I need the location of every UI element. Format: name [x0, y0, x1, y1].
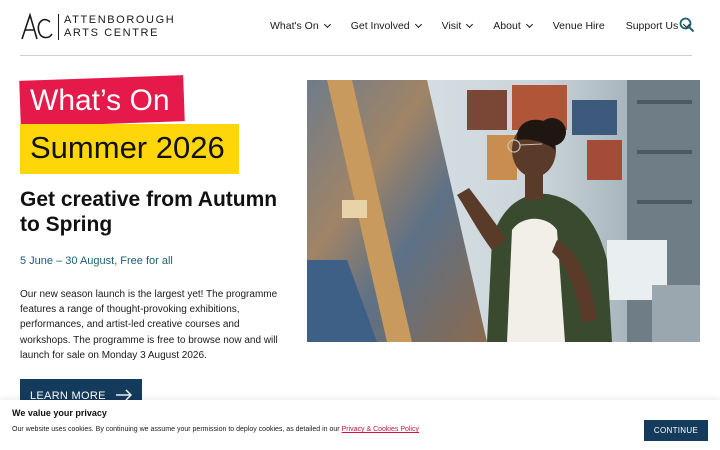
logo-mark-icon: [21, 12, 53, 40]
cookie-message: Our website uses cookies. By continuing …: [12, 426, 340, 433]
season-tag: Summer 2026: [30, 130, 225, 165]
nav-item-whats-on[interactable]: What's On: [270, 20, 331, 32]
continue-button[interactable]: CONTINUE: [644, 420, 708, 441]
search-icon[interactable]: [679, 17, 695, 33]
main-nav: What's On Get Involved Visit About Venue…: [270, 20, 691, 32]
site-header: ATTENBOROUGH ARTS CENTRE What's On Get I…: [0, 0, 720, 56]
nav-item-label: About: [493, 20, 521, 32]
whats-on-tag: What’s On: [30, 84, 170, 117]
nav-item-label: Visit: [441, 20, 462, 32]
chevron-down-icon: [466, 20, 474, 29]
nav-item-venue-hire[interactable]: Venue Hire: [553, 20, 605, 32]
cookie-text: Our website uses cookies. By continuing …: [12, 426, 419, 433]
privacy-policy-link[interactable]: Privacy & Cookies Policy: [342, 426, 419, 433]
header-divider: [20, 55, 692, 56]
logo-wordmark: ATTENBOROUGH ARTS CENTRE: [58, 14, 175, 40]
nav-item-visit[interactable]: Visit: [441, 20, 474, 32]
chevron-down-icon: [525, 20, 533, 29]
nav-item-label: What's On: [270, 20, 319, 32]
nav-item-about[interactable]: About: [493, 20, 533, 32]
hero-image-artist-painting: [307, 80, 700, 342]
nav-item-label: Get Involved: [350, 20, 410, 32]
logo-line-1: ATTENBOROUGH: [64, 14, 176, 26]
logo-line-2: ARTS CENTRE: [64, 27, 160, 39]
site-logo[interactable]: ATTENBOROUGH ARTS CENTRE: [20, 12, 175, 42]
nav-item-label: Support Us: [625, 20, 679, 32]
chevron-down-icon: [323, 20, 331, 29]
chevron-down-icon: [414, 20, 422, 29]
nav-item-label: Venue Hire: [552, 20, 605, 32]
hero-date: 5 June – 30 August, Free for all: [20, 255, 173, 267]
nav-item-get-involved[interactable]: Get Involved: [350, 20, 422, 32]
hero-description: Our new season launch is the largest yet…: [20, 289, 278, 361]
cookie-banner: We value your privacy Our website uses c…: [0, 400, 720, 450]
cookie-title: We value your privacy: [12, 408, 107, 418]
hero-title: Get creative from Autumn to Spring: [20, 188, 278, 236]
